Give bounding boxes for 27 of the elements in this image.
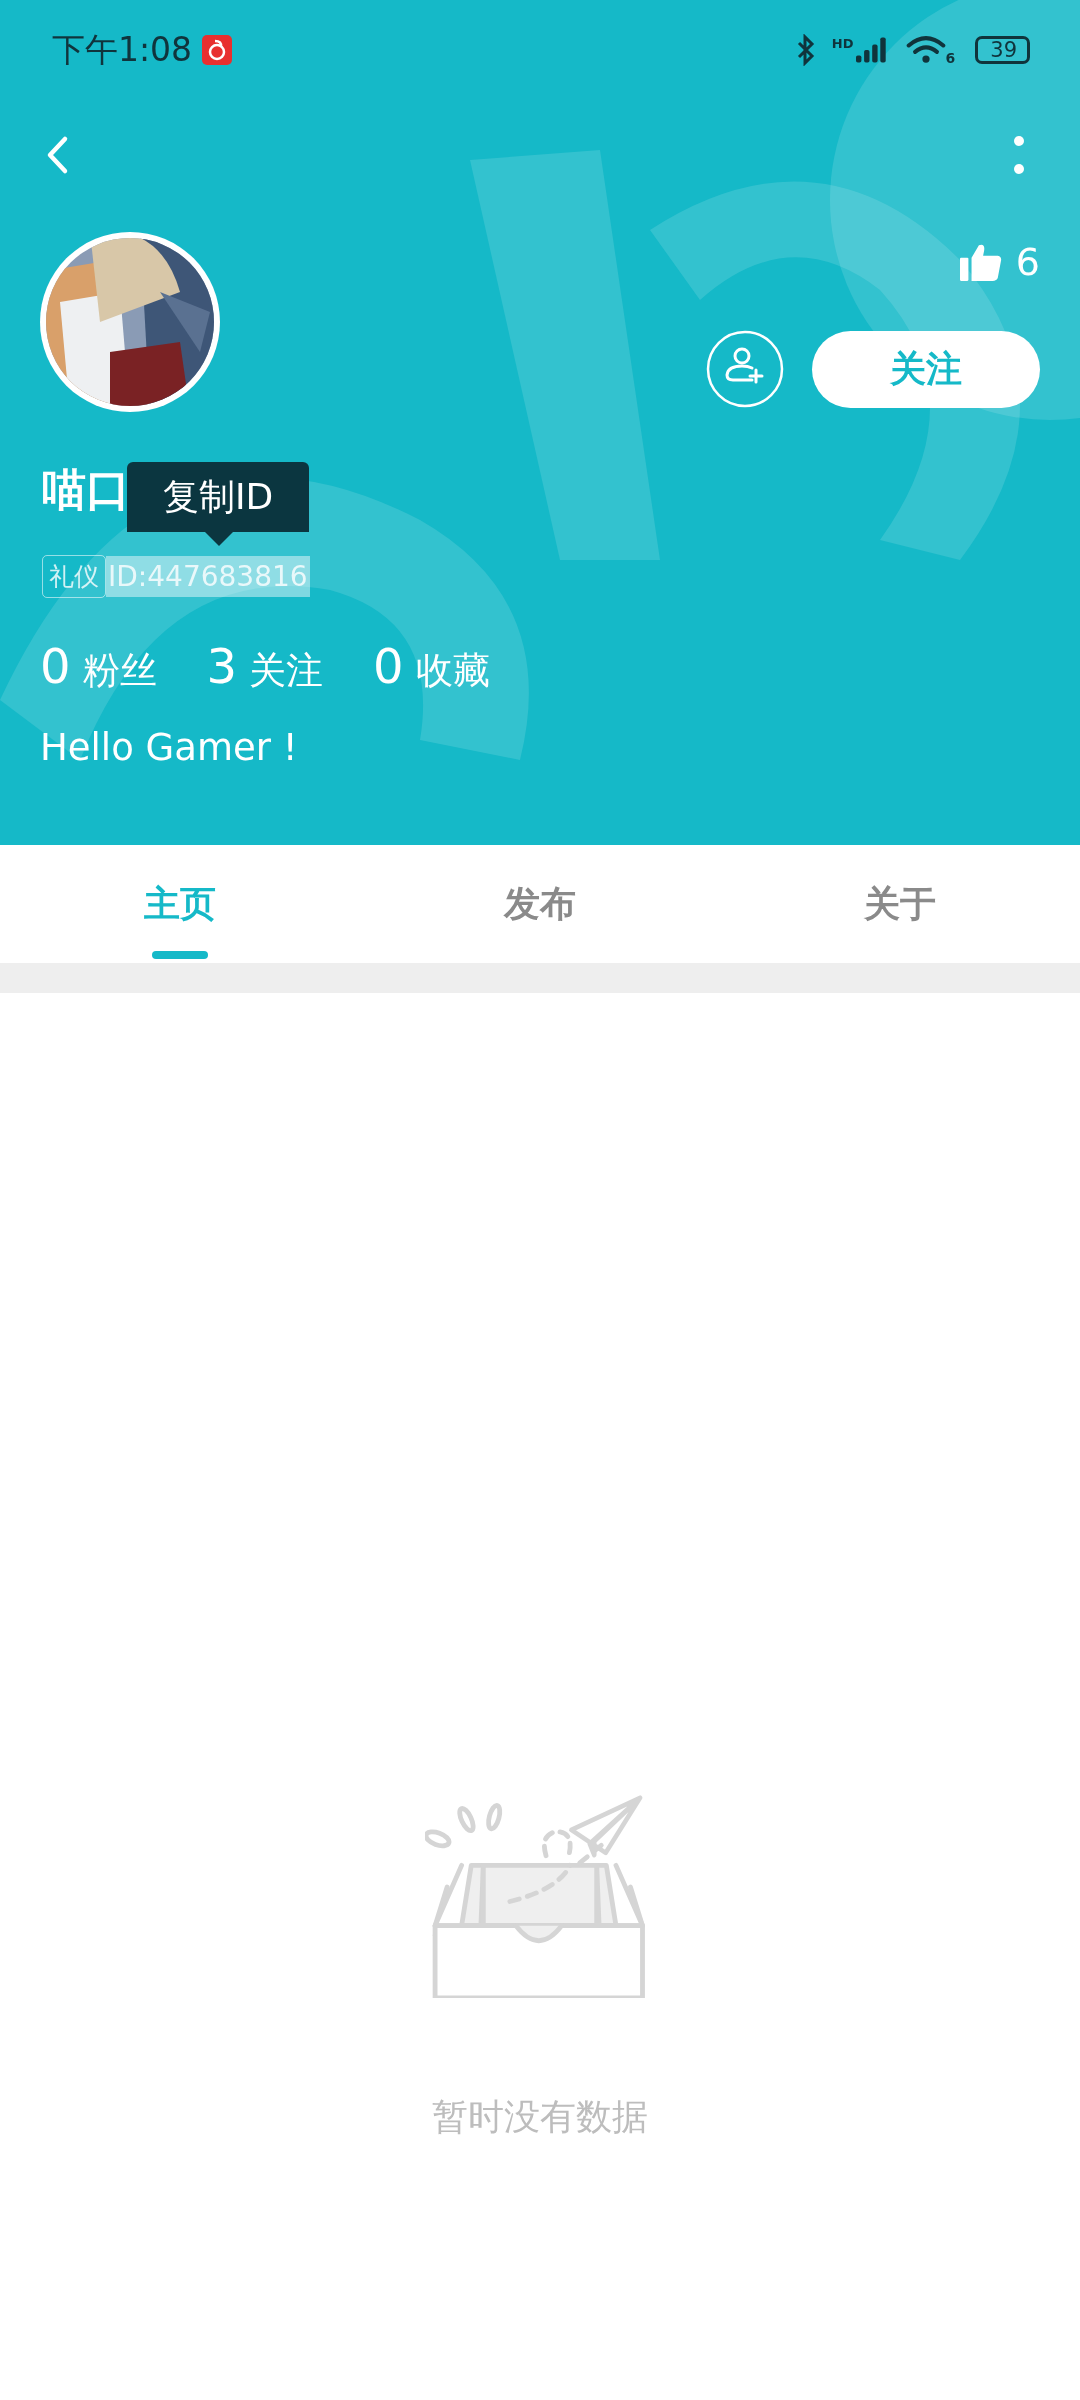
stat-count: 0: [373, 638, 404, 694]
stat-label[interactable]: 粉丝: [82, 646, 157, 696]
status-time: 下午1:08: [52, 28, 193, 71]
user-id: ID:447683816: [106, 556, 310, 597]
follow-button[interactable]: 关注: [812, 330, 1040, 408]
user-tag: 礼仪: [42, 555, 106, 598]
stat-label[interactable]: 关注: [249, 646, 324, 696]
add-friend-icon[interactable]: [706, 330, 784, 408]
network-type-label: HD: [831, 36, 854, 51]
stat-count: 0: [40, 638, 71, 694]
like-count: 6: [1015, 240, 1040, 284]
tab[interactable]: 关于: [720, 845, 1080, 963]
app-notification-icon: [202, 35, 233, 65]
tab[interactable]: 发布: [360, 845, 720, 963]
user-bio: Hello Gamer !: [40, 726, 299, 769]
wifi-standard-label: 6: [945, 50, 956, 66]
user-name: 喵口: [42, 464, 130, 515]
copy-id-tooltip[interactable]: 复制ID: [127, 462, 310, 546]
more-icon[interactable]: [1013, 135, 1025, 175]
stat-label[interactable]: 收藏: [415, 646, 490, 696]
stat-count: 3: [206, 638, 238, 694]
tab[interactable]: 主页: [0, 845, 360, 963]
battery-indicator: 39: [975, 36, 1030, 64]
empty-message: 暂时没有数据: [432, 2095, 648, 2139]
thumbs-up-icon: [959, 243, 1002, 281]
wifi-icon: [905, 34, 946, 66]
back-icon[interactable]: [45, 135, 69, 175]
